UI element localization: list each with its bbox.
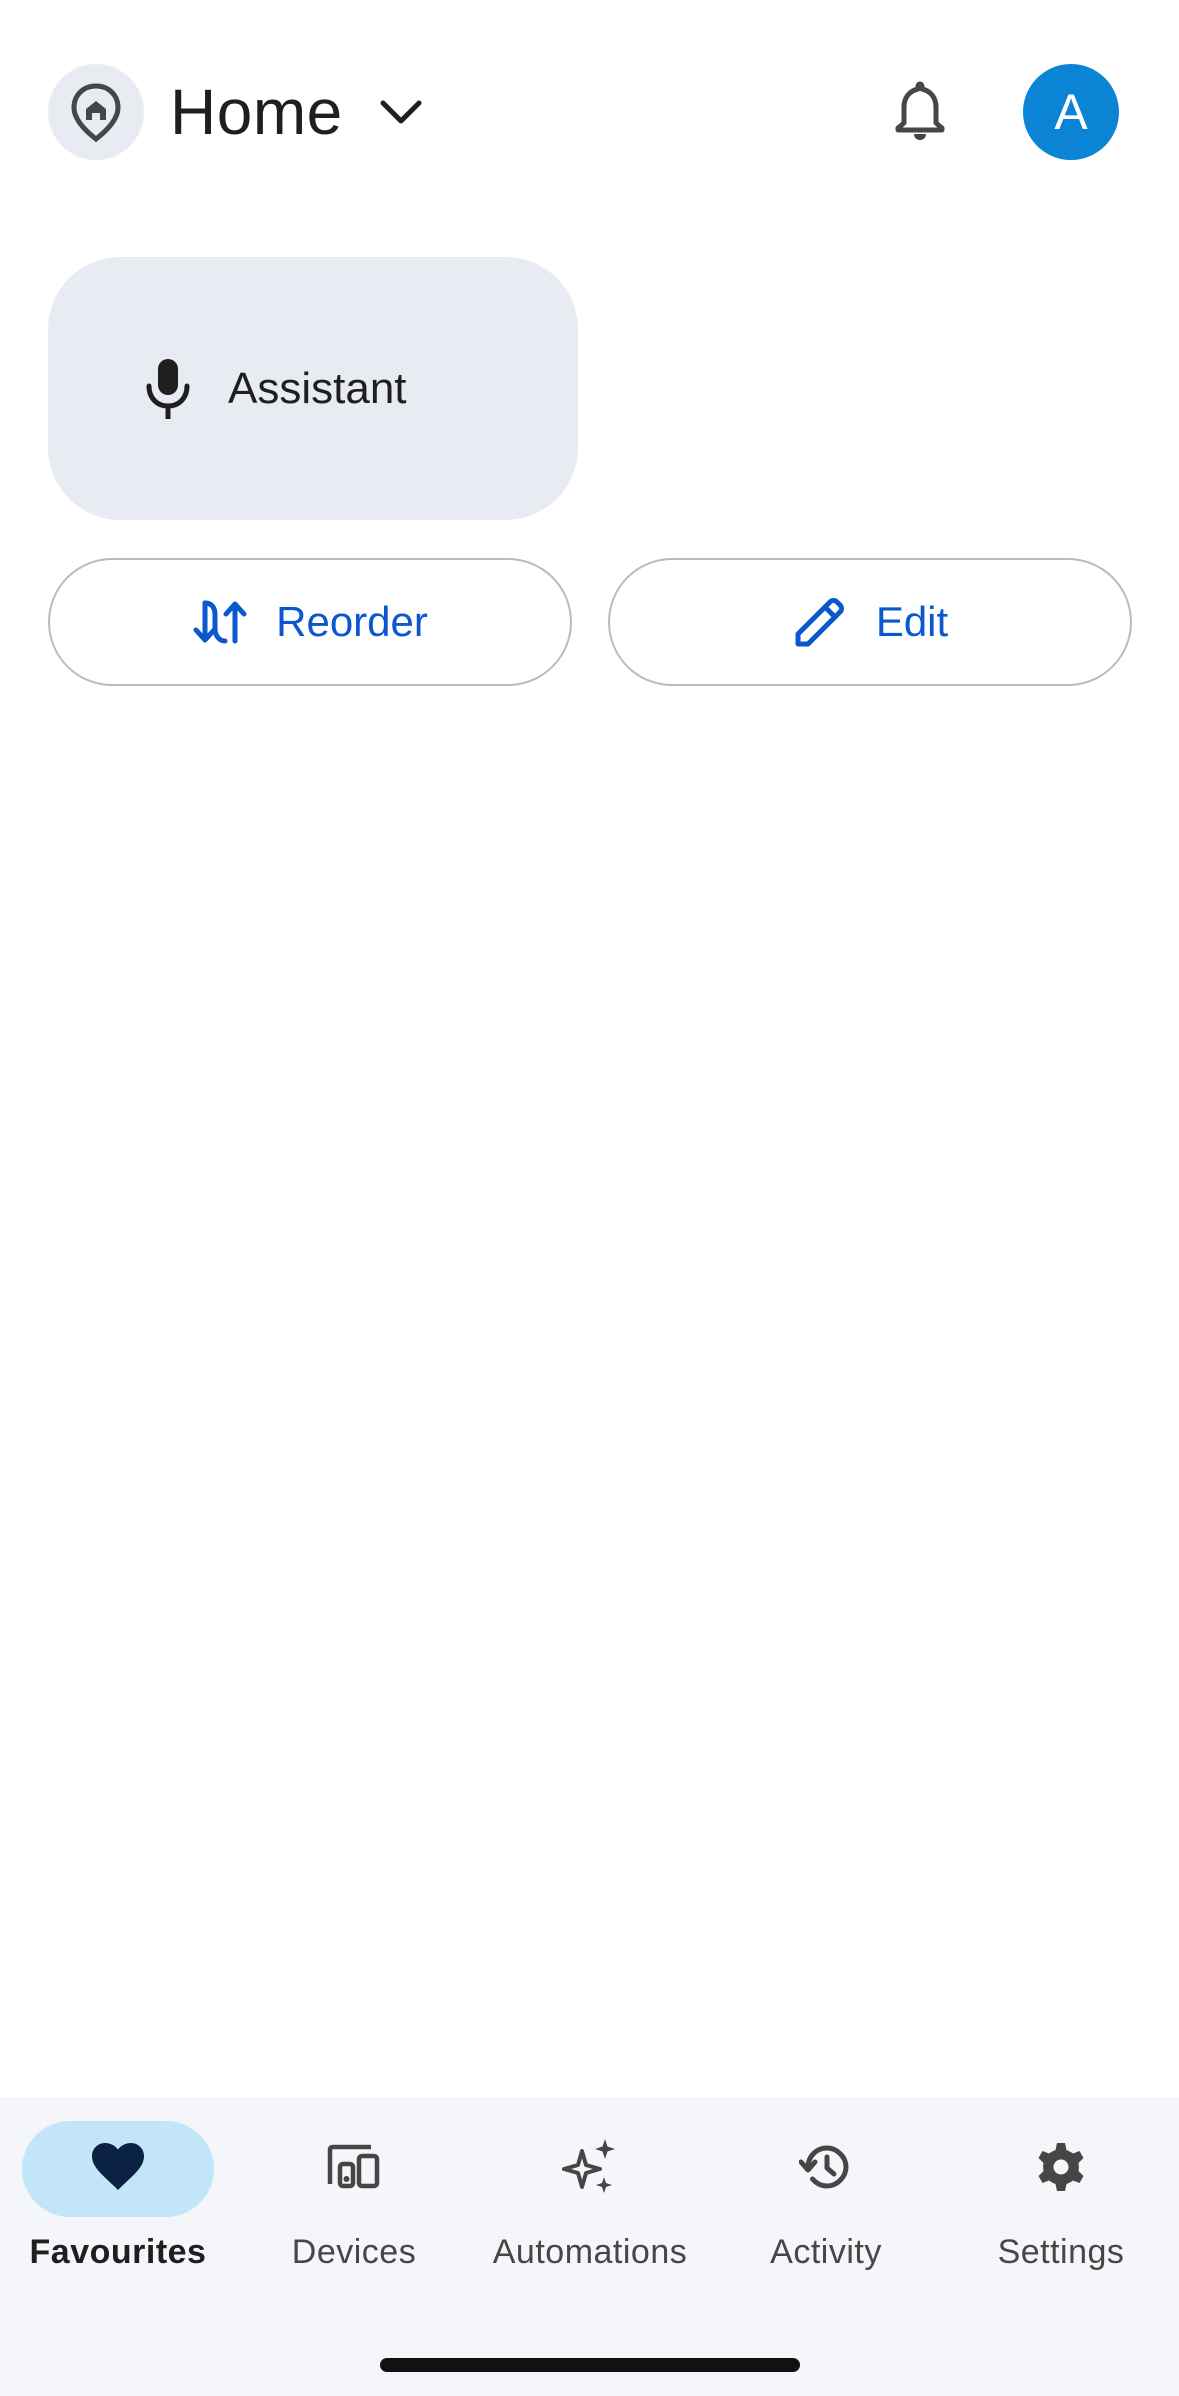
nav-icon-wrap — [494, 2121, 686, 2217]
reorder-arrows-icon — [192, 594, 248, 650]
microphone-icon — [138, 356, 198, 422]
nav-item-activity[interactable]: Activity — [708, 2121, 944, 2301]
top-app-bar: Home A — [0, 0, 1179, 210]
home-location-pin-icon — [48, 64, 144, 160]
nav-label-automations: Automations — [492, 2233, 688, 2271]
nav-item-settings[interactable]: Settings — [943, 2121, 1179, 2301]
home-switcher[interactable]: Home — [48, 64, 423, 160]
nav-label-activity: Activity — [770, 2233, 882, 2271]
nav-label-favourites: Favourites — [29, 2233, 207, 2271]
nav-item-favourites[interactable]: Favourites — [0, 2121, 236, 2301]
nav-active-indicator — [22, 2121, 214, 2217]
notifications-button[interactable] — [870, 64, 970, 160]
edit-button[interactable]: Edit — [608, 558, 1132, 686]
edit-label: Edit — [875, 598, 949, 645]
bell-icon — [892, 79, 948, 146]
heart-icon — [90, 2142, 146, 2197]
gear-icon — [1034, 2140, 1088, 2199]
pencil-icon — [792, 594, 848, 650]
bottom-navigation: Favourites Devices Automations Activity … — [0, 2097, 1179, 2396]
account-avatar[interactable]: A — [1023, 64, 1119, 160]
nav-item-devices[interactable]: Devices — [236, 2121, 472, 2301]
assistant-tile[interactable]: Assistant — [48, 257, 578, 520]
nav-icon-wrap — [730, 2121, 922, 2217]
nav-label-settings: Settings — [997, 2233, 1125, 2271]
reorder-button[interactable]: Reorder — [48, 558, 572, 686]
nav-label-devices: Devices — [291, 2233, 417, 2271]
history-icon — [798, 2140, 853, 2199]
assistant-label: Assistant — [228, 363, 407, 413]
home-indicator[interactable] — [380, 2358, 800, 2372]
devices-icon — [327, 2144, 381, 2195]
chevron-down-icon — [379, 90, 423, 134]
reorder-label: Reorder — [276, 598, 428, 645]
nav-item-automations[interactable]: Automations — [472, 2121, 708, 2301]
sparkle-icon — [560, 2137, 620, 2202]
nav-icon-wrap — [258, 2121, 450, 2217]
nav-icon-wrap — [965, 2121, 1157, 2217]
home-name: Home — [170, 76, 343, 148]
